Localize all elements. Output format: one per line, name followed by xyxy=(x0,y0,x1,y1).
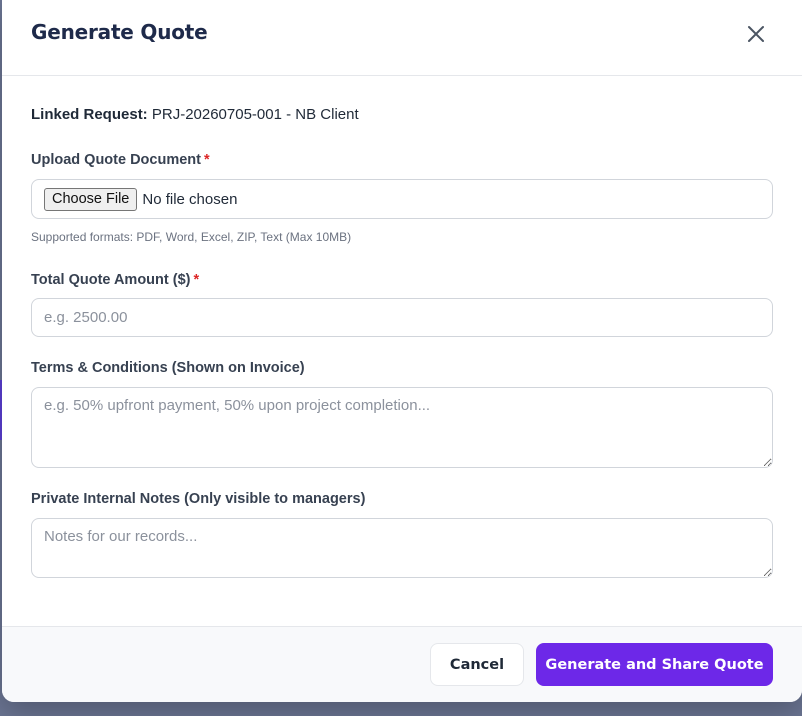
modal-footer: Cancel Generate and Share Quote xyxy=(2,626,802,702)
generate-share-quote-button[interactable]: Generate and Share Quote xyxy=(536,643,773,686)
required-mark: * xyxy=(193,272,200,288)
modal-title: Generate Quote xyxy=(31,20,208,44)
upload-label: Upload Quote Document * xyxy=(31,152,210,168)
close-icon xyxy=(748,26,764,42)
close-button[interactable] xyxy=(742,20,770,48)
notes-label: Private Internal Notes (Only visible to … xyxy=(31,491,366,507)
amount-label-text: Total Quote Amount ($) xyxy=(31,272,191,288)
cancel-button[interactable]: Cancel xyxy=(430,643,524,686)
linked-request: Linked Request: PRJ-20260705-001 - NB Cl… xyxy=(31,106,359,123)
choose-file-button[interactable]: Choose File xyxy=(44,187,138,211)
terms-textarea[interactable] xyxy=(31,387,773,468)
linked-request-label: Linked Request: xyxy=(31,106,148,123)
amount-label: Total Quote Amount ($) * xyxy=(31,272,199,288)
file-status: No file chosen xyxy=(142,190,238,208)
quote-amount-input[interactable] xyxy=(31,298,773,337)
internal-notes-textarea[interactable] xyxy=(31,518,773,578)
upload-label-text: Upload Quote Document xyxy=(31,152,201,168)
modal-header: Generate Quote xyxy=(2,0,802,76)
linked-request-value: PRJ-20260705-001 - NB Client xyxy=(151,106,359,123)
file-upload-field: Choose File No file chosen xyxy=(31,179,773,219)
upload-hint: Supported formats: PDF, Word, Excel, ZIP… xyxy=(31,230,352,244)
generate-quote-modal: Generate Quote Linked Request: PRJ-20260… xyxy=(2,0,802,702)
terms-label: Terms & Conditions (Shown on Invoice) xyxy=(31,360,305,376)
required-mark: * xyxy=(203,152,210,168)
